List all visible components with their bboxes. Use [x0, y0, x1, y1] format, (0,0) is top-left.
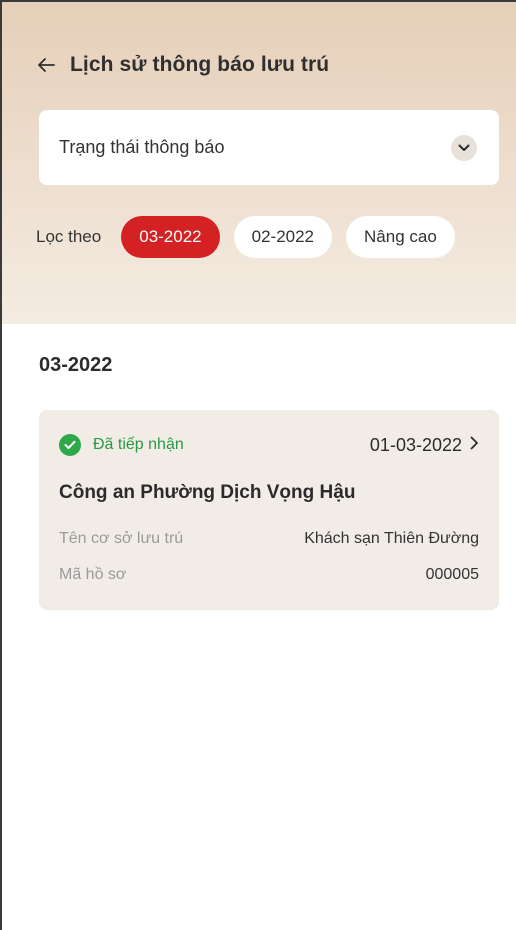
- field-value: 000005: [425, 566, 479, 583]
- station-name: Công an Phường Dịch Vọng Hậu: [59, 482, 356, 503]
- filter-label: Lọc theo: [36, 227, 102, 246]
- field-key: Mã hồ sơ: [59, 566, 127, 583]
- date-group: 01-03-2022: [370, 435, 479, 456]
- top-nav: Lịch sử thông báo lưu trú: [36, 50, 329, 80]
- section-title: 03-2022: [39, 354, 113, 376]
- field-row: Mã hồ sơ 000005: [59, 566, 479, 584]
- filter-chip-03-2022[interactable]: 03-2022: [121, 216, 220, 258]
- status-select-label: Trạng thái thông báo: [59, 137, 225, 157]
- filter-chip-advanced[interactable]: Nâng cao: [346, 216, 455, 258]
- status-badge: Đã tiếp nhận: [59, 434, 184, 456]
- page-title: Lịch sử thông báo lưu trú: [70, 53, 330, 76]
- card-date: 01-03-2022: [369, 434, 462, 455]
- notification-card[interactable]: Đã tiếp nhận 01-03-2022 Công an Phường D…: [39, 410, 499, 610]
- field-value: Khách sạn Thiên Đường: [304, 530, 479, 547]
- field-key: Tên cơ sở lưu trú: [59, 530, 184, 547]
- status-text: Đã tiếp nhận: [93, 436, 184, 453]
- status-select[interactable]: Trạng thái thông báo: [39, 110, 499, 185]
- arrow-left-icon[interactable]: [36, 55, 56, 75]
- field-row: Tên cơ sở lưu trú Khách sạn Thiên Đường: [59, 530, 479, 548]
- card-header: Đã tiếp nhận 01-03-2022: [59, 432, 479, 458]
- chevron-down-icon: [451, 134, 477, 161]
- chevron-right-icon: [470, 436, 479, 455]
- filter-chip-02-2022[interactable]: 02-2022: [233, 216, 333, 258]
- app-screen: Lịch sử thông báo lưu trú Trạng thái thô…: [0, 0, 516, 930]
- check-circle-icon: [59, 434, 81, 456]
- filter-row: Lọc theo 03-2022 02-2022 Nâng cao: [36, 216, 469, 258]
